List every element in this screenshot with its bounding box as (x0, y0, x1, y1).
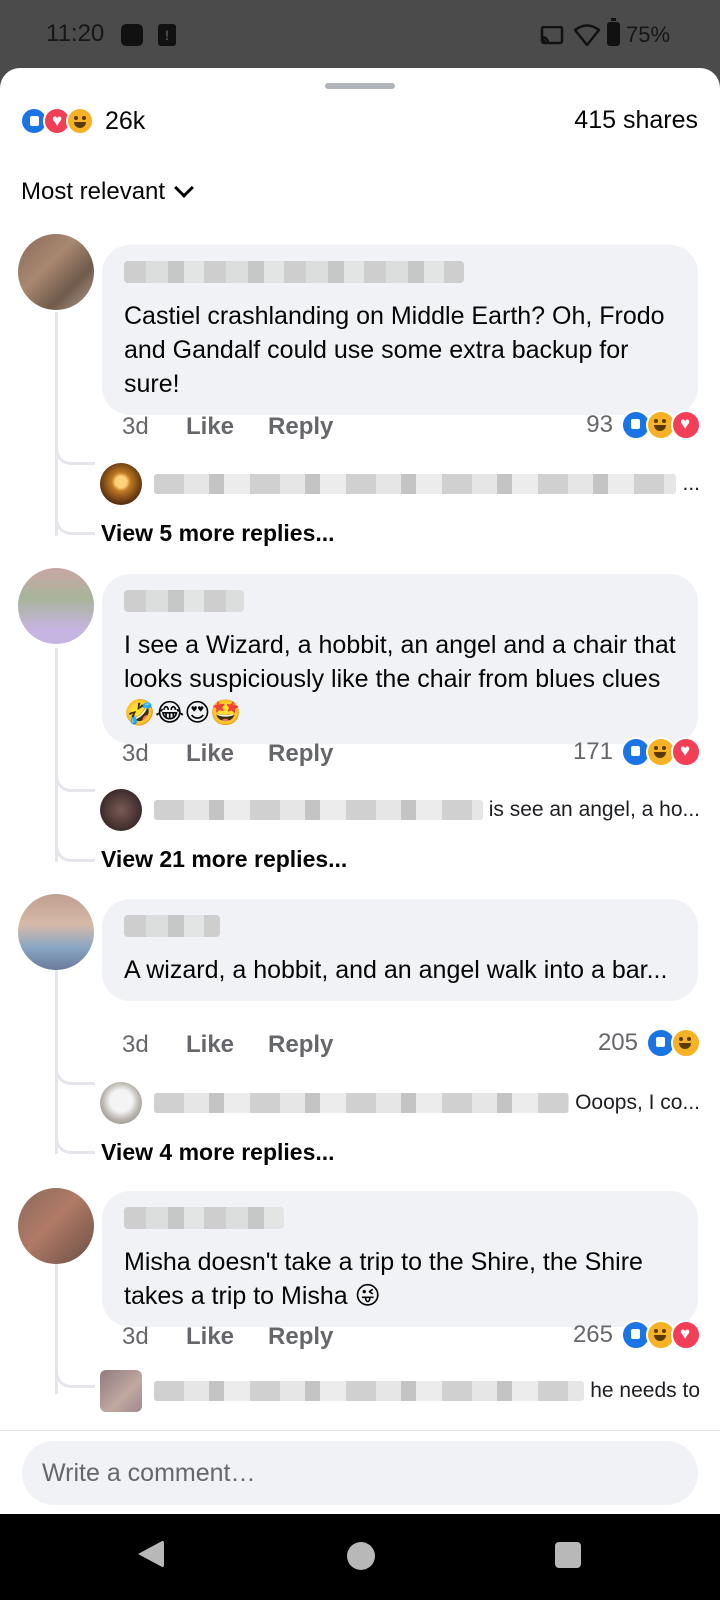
comment-bubble[interactable]: I see a Wizard, a hobbit, an angel and a… (102, 574, 698, 744)
comment-bubble[interactable]: Misha doesn't take a trip to the Shire, … (102, 1191, 698, 1327)
status-bar: 11:20 ! 75% (0, 0, 720, 70)
chevron-down-icon (174, 178, 194, 198)
avatar[interactable] (18, 234, 94, 310)
reply-connector (55, 842, 95, 862)
author-name-blurred[interactable] (124, 1207, 284, 1229)
comment-text: I see a Wizard, a hobbit, an angel and a… (124, 631, 676, 727)
author-name-blurred[interactable] (124, 915, 220, 937)
haha-reaction-icon (671, 1028, 701, 1058)
view-more-replies[interactable]: View 4 more replies... (101, 1139, 335, 1166)
comment-age: 3d (122, 1323, 149, 1350)
reply-text-blurred (154, 800, 483, 820)
reply-avatar[interactable] (100, 789, 142, 831)
reaction-count: 26k (105, 106, 146, 135)
like-button[interactable]: Like (186, 1323, 234, 1351)
reply-connector (55, 1134, 95, 1154)
back-icon[interactable] (138, 1540, 164, 1568)
reply-connector (55, 445, 95, 465)
comment-reactions[interactable]: 265 (572, 1320, 701, 1350)
reply-text: ... (682, 472, 700, 495)
reply-connector (55, 515, 95, 535)
comment-text: Misha doesn't take a trip to the Shire, … (124, 1248, 643, 1310)
reply-text-blurred (154, 1381, 585, 1401)
reply-avatar[interactable] (100, 1370, 142, 1412)
comment-actions: 3d Like Reply (122, 1031, 367, 1059)
comment-bubble[interactable]: Castiel crashlanding on Middle Earth? Oh… (102, 245, 698, 415)
cast-icon (540, 26, 564, 45)
reply-button[interactable]: Reply (268, 740, 333, 768)
love-reaction-icon (671, 737, 701, 767)
reply-connector (55, 1065, 95, 1085)
comment-reactions[interactable]: 171 (572, 737, 701, 767)
comment-reaction-count: 205 (597, 1029, 638, 1056)
comment-input[interactable]: Write a comment… (22, 1441, 698, 1505)
comment-reaction-count: 93 (586, 411, 613, 438)
like-button[interactable]: Like (186, 1031, 234, 1059)
avatar[interactable] (18, 1188, 94, 1264)
comment-text: A wizard, a hobbit, and an angel walk in… (124, 956, 668, 984)
battery-percent: 75% (626, 22, 671, 47)
sort-dropdown[interactable]: Most relevant (21, 178, 194, 206)
author-name-blurred[interactable] (124, 590, 244, 612)
battery-icon (607, 18, 620, 46)
thread-line (55, 968, 58, 1154)
comment-reactions[interactable]: 93 (586, 410, 701, 440)
reply-text: is see an angel, a ho... (488, 798, 700, 821)
avatar[interactable] (18, 568, 94, 644)
reply-preview[interactable]: Ooops, I co... (100, 1082, 700, 1124)
comment-age: 3d (122, 1031, 149, 1058)
like-button[interactable]: Like (186, 740, 234, 768)
comment-actions: 3d Like Reply (122, 740, 367, 768)
view-more-replies[interactable]: View 5 more replies... (101, 520, 335, 547)
comment-reactions[interactable]: 205 (597, 1028, 701, 1058)
love-reaction-icon (671, 410, 701, 440)
wifi-icon (574, 24, 600, 46)
love-reaction-icon (671, 1320, 701, 1350)
comment-reaction-count: 171 (572, 738, 613, 765)
reaction-summary[interactable]: 26k (20, 106, 145, 136)
reply-text: he needs to (590, 1379, 700, 1402)
comment-actions: 3d Like Reply (122, 1323, 367, 1351)
comment-actions: 3d Like Reply (122, 413, 367, 441)
reply-text-blurred (154, 474, 677, 494)
reply-text-blurred (154, 1093, 570, 1113)
comment-text: Castiel crashlanding on Middle Earth? Oh… (124, 302, 665, 398)
comment-reaction-count: 265 (572, 1321, 613, 1348)
status-time: 11:20 (46, 20, 105, 47)
sort-label: Most relevant (21, 178, 166, 205)
comment-bubble[interactable]: A wizard, a hobbit, and an angel walk in… (102, 899, 698, 1001)
view-more-replies[interactable]: View 21 more replies... (101, 846, 347, 873)
shares-count[interactable]: 415 shares (574, 106, 698, 135)
home-icon[interactable] (347, 1542, 375, 1570)
haha-reaction-icon (66, 107, 94, 135)
reply-preview[interactable]: he needs to (100, 1370, 700, 1412)
thread-line (55, 648, 58, 862)
avatar[interactable] (18, 894, 94, 970)
alert-icon: ! (158, 24, 176, 46)
reply-button[interactable]: Reply (268, 1031, 333, 1059)
system-nav-bar (0, 1514, 720, 1600)
sheet-drag-handle[interactable] (325, 83, 395, 89)
like-button[interactable]: Like (186, 413, 234, 441)
reply-connector (55, 1368, 95, 1388)
comment-composer-bar: Write a comment… (0, 1430, 720, 1514)
reply-preview[interactable]: is see an angel, a ho... (100, 789, 700, 831)
reply-button[interactable]: Reply (268, 413, 333, 441)
reply-avatar[interactable] (100, 1082, 142, 1124)
reply-avatar[interactable] (100, 463, 142, 505)
notification-icon (121, 24, 143, 46)
recents-icon[interactable] (555, 1542, 581, 1568)
comment-age: 3d (122, 413, 149, 440)
comments-sheet: 26k 415 shares Most relevant Castiel cra… (0, 68, 720, 1514)
reply-connector (55, 772, 95, 792)
comment-age: 3d (122, 740, 149, 767)
thread-line (55, 312, 58, 536)
reply-text: Ooops, I co... (575, 1091, 700, 1114)
reply-button[interactable]: Reply (268, 1323, 333, 1351)
reply-preview[interactable]: ... (100, 463, 700, 505)
author-name-blurred[interactable] (124, 261, 464, 283)
